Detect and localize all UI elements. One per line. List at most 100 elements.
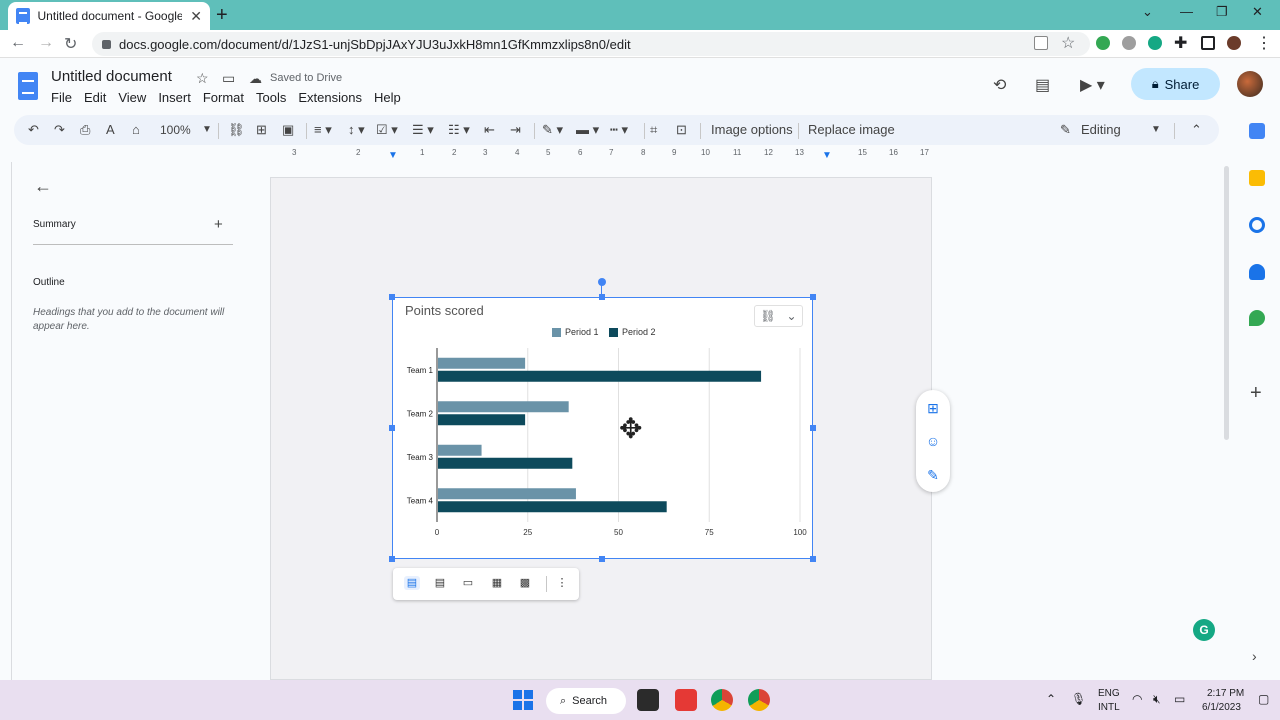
volume-muted-icon[interactable]: 🔇︎ <box>1153 692 1161 707</box>
menu-extensions[interactable]: Extensions <box>298 90 362 105</box>
share-button[interactable]: 🔒︎ Share <box>1131 68 1220 100</box>
more-options-icon[interactable]: ⋮ <box>554 576 570 590</box>
clock-date[interactable]: 6/1/2023 <box>1202 702 1241 713</box>
tasks-icon[interactable] <box>1249 217 1265 233</box>
move-folder-icon[interactable]: ▭ <box>222 70 235 87</box>
right-indent-marker-icon[interactable]: ▼ <box>822 150 832 161</box>
calendar-icon[interactable] <box>1249 123 1265 139</box>
increase-indent-icon[interactable]: ⇥ <box>510 122 521 138</box>
chevron-up-icon[interactable]: ⌃ <box>1046 692 1056 706</box>
border-color-icon[interactable]: ✎ ▾ <box>542 122 563 138</box>
resize-handle[interactable] <box>599 294 605 300</box>
shield-extension-icon[interactable] <box>1096 36 1110 50</box>
windows-start-icon[interactable] <box>513 690 533 710</box>
numbered-list-icon[interactable]: ☷ ▾ <box>448 122 470 138</box>
spellcheck-icon[interactable]: A <box>106 122 115 137</box>
get-addons-icon[interactable]: + <box>1250 382 1262 405</box>
chevron-up-icon[interactable]: ⌃ <box>1191 122 1202 138</box>
print-icon[interactable]: ⎙ <box>80 122 90 138</box>
close-outline-icon[interactable]: ← <box>34 176 52 197</box>
bookmark-star-icon[interactable]: ☆ <box>1061 33 1075 53</box>
resize-handle[interactable] <box>810 294 816 300</box>
taskbar-search[interactable]: ⌕ Search <box>546 688 626 714</box>
menu-help[interactable]: Help <box>374 90 401 105</box>
chrome-icon[interactable] <box>748 689 770 711</box>
linked-chart-button[interactable]: ⛓ ⌄ <box>754 305 803 327</box>
chevron-down-icon[interactable]: ▼ <box>202 124 212 135</box>
inline-wrap-icon[interactable]: ▤ <box>404 576 420 590</box>
behind-text-icon[interactable]: ▦ <box>489 576 505 590</box>
add-comment-icon[interactable]: ⊞ <box>925 400 941 416</box>
profile-avatar[interactable] <box>1227 36 1241 50</box>
star-icon[interactable]: ☆ <box>196 70 209 87</box>
reload-icon[interactable]: ↻ <box>64 34 77 54</box>
border-weight-icon[interactable]: ▬ ▾ <box>576 122 599 138</box>
resize-handle[interactable] <box>389 556 395 562</box>
version-history-icon[interactable]: ⟲ <box>993 75 1006 95</box>
reset-image-icon[interactable]: ⊡ <box>676 122 687 138</box>
rotate-handle[interactable] <box>598 278 606 286</box>
language-indicator[interactable]: ENG <box>1098 688 1120 699</box>
microphone-icon[interactable]: 🎙︎ <box>1071 692 1086 706</box>
keyboard-layout[interactable]: INTL <box>1098 702 1120 713</box>
image-options-button[interactable]: Image options <box>711 122 793 137</box>
menu-file[interactable]: File <box>51 90 72 105</box>
minimize-icon[interactable]: — <box>1180 4 1193 19</box>
insert-image-icon[interactable]: ▣ <box>282 122 294 138</box>
vertical-ruler[interactable] <box>0 162 12 682</box>
close-icon[interactable]: ✕ <box>190 8 202 25</box>
resize-handle[interactable] <box>389 294 395 300</box>
suggest-edits-icon[interactable]: ✎ <box>925 467 941 483</box>
align-icon[interactable]: ≡ ▾ <box>314 122 332 138</box>
line-spacing-icon[interactable]: ↕ ▾ <box>348 122 365 138</box>
menu-icon[interactable]: ⋮ <box>1256 33 1272 53</box>
menu-view[interactable]: View <box>118 90 146 105</box>
decrease-indent-icon[interactable]: ⇤ <box>484 122 495 138</box>
horizontal-ruler[interactable]: 3 2 ▼ 1 2 3 4 5 6 7 8 9 10 11 12 13 ▼ 15… <box>270 148 932 162</box>
scrollbar[interactable] <box>1224 166 1229 440</box>
border-dash-icon[interactable]: ┅ ▾ <box>610 122 628 138</box>
grammarly-extension-icon[interactable] <box>1148 36 1162 50</box>
docs-logo-icon[interactable] <box>18 72 38 100</box>
back-icon[interactable]: ← <box>10 34 26 52</box>
paint-format-icon[interactable]: ⌂ <box>132 122 140 137</box>
contacts-icon[interactable] <box>1249 264 1265 280</box>
document-title[interactable]: Untitled document <box>51 68 172 85</box>
notifications-icon[interactable]: ▢ <box>1258 692 1269 706</box>
menu-insert[interactable]: Insert <box>158 90 191 105</box>
replace-image-button[interactable]: Replace image <box>808 122 895 137</box>
resize-handle[interactable] <box>599 556 605 562</box>
extension-icon[interactable] <box>1122 36 1136 50</box>
maps-icon[interactable] <box>1249 310 1265 326</box>
browser-tab[interactable]: Untitled document - Google Docs ✕ <box>8 2 210 30</box>
puzzle-extensions-icon[interactable]: ✚ <box>1174 33 1187 53</box>
share-page-icon[interactable] <box>1034 36 1048 50</box>
wrap-text-icon[interactable]: ▤ <box>432 576 448 590</box>
crop-icon[interactable]: ⌗ <box>650 122 657 138</box>
add-summary-icon[interactable]: + <box>214 216 223 233</box>
menu-edit[interactable]: Edit <box>84 90 106 105</box>
checklist-icon[interactable]: ☑ ▾ <box>376 122 398 138</box>
keep-icon[interactable] <box>1249 170 1265 186</box>
add-comment-icon[interactable]: ⊞ <box>256 122 267 138</box>
wifi-icon[interactable]: ◠ <box>1132 692 1142 706</box>
emoji-reaction-icon[interactable]: ☺ <box>925 433 941 449</box>
clock-time[interactable]: 2:17 PM <box>1207 688 1244 699</box>
chevron-down-icon[interactable]: ▼ <box>1151 124 1161 135</box>
menu-tools[interactable]: Tools <box>256 90 286 105</box>
undo-icon[interactable]: ↶ <box>28 122 39 138</box>
link-icon[interactable]: ⛓ <box>228 122 245 138</box>
resize-handle[interactable] <box>810 556 816 562</box>
forward-icon[interactable]: → <box>38 34 54 52</box>
comments-icon[interactable]: ▤ <box>1035 75 1050 95</box>
file-explorer-icon[interactable] <box>637 689 659 711</box>
url-input[interactable]: docs.google.com/document/d/1JzS1-unjSbDp… <box>92 32 1090 56</box>
menu-format[interactable]: Format <box>203 90 244 105</box>
app-icon[interactable] <box>675 689 697 711</box>
redo-icon[interactable]: ↷ <box>54 122 65 138</box>
side-panel-icon[interactable] <box>1201 36 1215 50</box>
maximize-icon[interactable]: ❐ <box>1216 4 1228 20</box>
break-text-icon[interactable]: ▭ <box>460 576 476 590</box>
bullet-list-icon[interactable]: ☰ ▾ <box>412 122 434 138</box>
chevron-down-icon[interactable]: ⌄ <box>1142 4 1153 20</box>
